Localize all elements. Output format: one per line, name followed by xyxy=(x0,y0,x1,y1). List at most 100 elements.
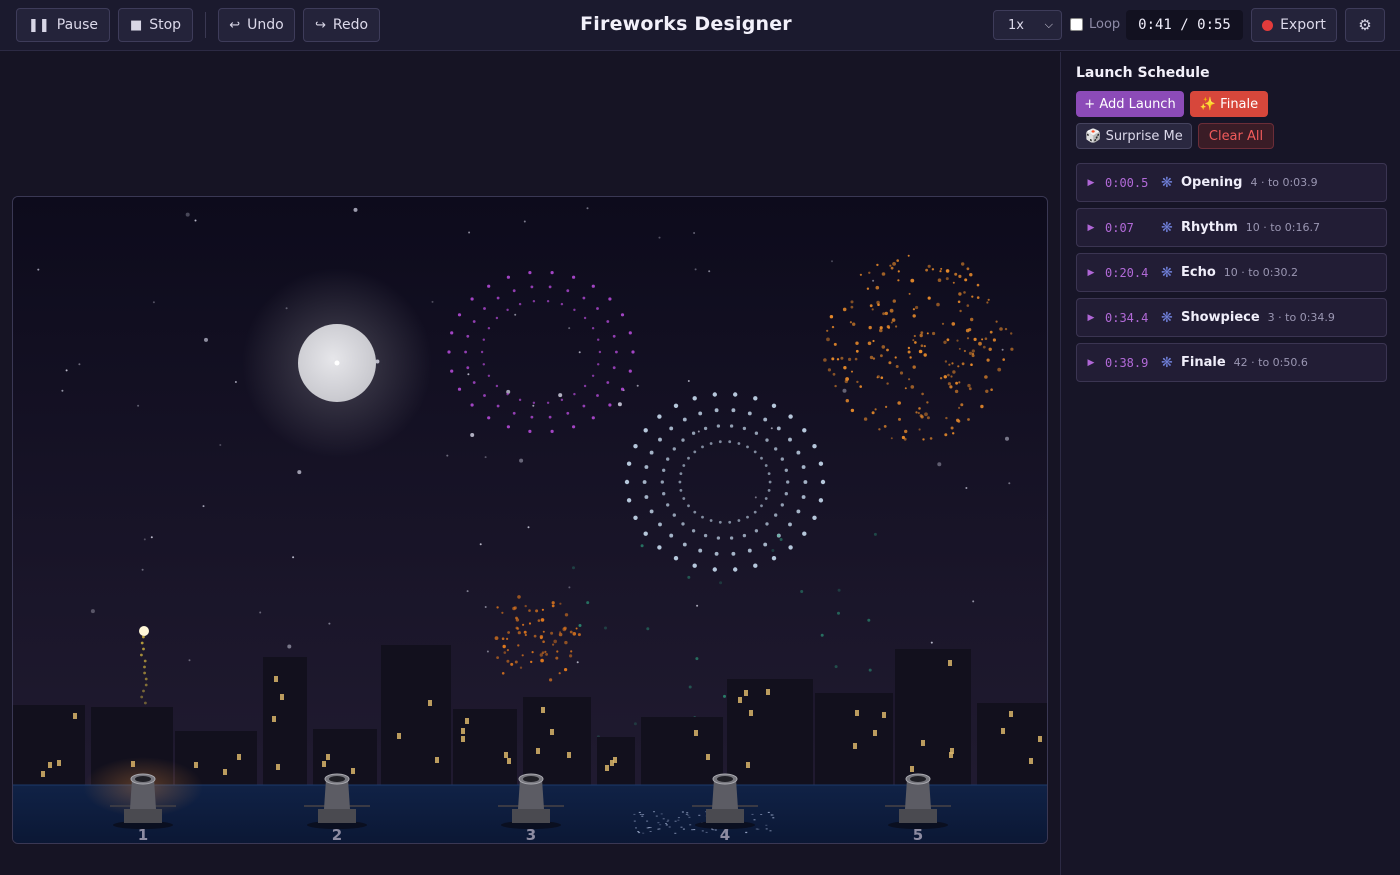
speed-select[interactable]: 1x ⌵ xyxy=(993,10,1062,40)
spark xyxy=(712,567,717,572)
spark xyxy=(569,630,573,634)
star xyxy=(431,300,434,303)
spark xyxy=(829,315,834,319)
spark xyxy=(672,513,676,517)
spark xyxy=(831,357,835,361)
spark xyxy=(826,329,829,332)
expand-icon[interactable]: ▶ xyxy=(1077,358,1105,368)
reflection xyxy=(642,814,645,815)
spark xyxy=(774,513,778,517)
reflection xyxy=(765,828,768,830)
spark xyxy=(633,515,638,520)
spark xyxy=(747,548,752,553)
spark xyxy=(620,387,625,391)
star xyxy=(467,373,470,376)
spark xyxy=(981,338,984,341)
spark xyxy=(742,533,747,538)
spark xyxy=(577,633,581,637)
reflection xyxy=(681,811,684,813)
reflection xyxy=(698,814,701,816)
window-light xyxy=(950,748,954,754)
spark xyxy=(779,538,783,541)
spark xyxy=(971,349,975,353)
expand-icon[interactable]: ▶ xyxy=(1077,178,1105,188)
reflection xyxy=(772,817,775,819)
loop-checkbox[interactable] xyxy=(1070,18,1083,31)
spark xyxy=(966,267,970,271)
launch-name: Showpiece xyxy=(1181,310,1260,325)
spark xyxy=(784,492,788,496)
spark xyxy=(765,522,769,526)
spark xyxy=(628,331,632,335)
spark xyxy=(854,357,858,361)
spark xyxy=(855,349,859,353)
spark xyxy=(626,461,632,466)
launch-item[interactable]: ▶ 0:34.4 ❋ Showpiece 3 · to 0:34.9 xyxy=(1076,298,1387,337)
spark xyxy=(524,633,527,637)
star xyxy=(1008,482,1011,485)
expand-icon[interactable]: ▶ xyxy=(1077,313,1105,323)
spark xyxy=(987,298,990,301)
spark xyxy=(954,389,959,394)
spark xyxy=(827,368,832,372)
reflection xyxy=(633,820,636,822)
redo-button[interactable]: ↪ Redo xyxy=(303,8,380,42)
finale-button[interactable]: ✨ Finale xyxy=(1190,91,1268,117)
expand-icon[interactable]: ▶ xyxy=(1077,268,1105,278)
clear-all-button[interactable]: Clear All xyxy=(1198,123,1274,149)
spark xyxy=(608,403,612,407)
spark xyxy=(959,309,962,313)
star xyxy=(204,337,208,342)
window-light xyxy=(873,730,877,736)
star xyxy=(693,232,696,234)
launch-item[interactable]: ▶ 0:38.9 ❋ Finale 42 · to 0:50.6 xyxy=(1076,343,1387,382)
spark xyxy=(142,647,145,651)
spark xyxy=(666,503,670,507)
launch-item[interactable]: ▶ 0:00.5 ❋ Opening 4 · to 0:03.9 xyxy=(1076,163,1387,202)
star xyxy=(292,556,295,559)
export-button[interactable]: Export xyxy=(1251,8,1337,42)
spark xyxy=(518,302,522,306)
reflection xyxy=(653,811,655,813)
building xyxy=(453,709,517,785)
star xyxy=(468,231,471,234)
spark xyxy=(924,412,928,417)
redo-label: Redo xyxy=(332,17,369,33)
star xyxy=(532,404,535,407)
spark xyxy=(913,334,916,338)
add-launch-button[interactable]: + Add Launch xyxy=(1076,91,1184,117)
stop-button[interactable]: ■ Stop xyxy=(118,8,193,42)
launch-item[interactable]: ▶ 0:07 ❋ Rhythm 10 · to 0:16.7 xyxy=(1076,208,1387,247)
spark xyxy=(517,595,521,599)
reflection xyxy=(638,811,641,813)
spark xyxy=(541,608,545,611)
spark xyxy=(573,392,576,396)
loop-toggle[interactable]: Loop xyxy=(1070,17,1120,32)
pause-button[interactable]: ❚❚ Pause xyxy=(16,8,110,42)
spark xyxy=(669,533,674,538)
spark xyxy=(869,304,873,308)
spark xyxy=(549,678,553,682)
spark xyxy=(885,405,888,408)
fireworks-stage[interactable]: 1 2 3 4 5 xyxy=(12,196,1048,844)
spark xyxy=(784,468,788,472)
expand-icon[interactable]: ▶ xyxy=(1077,223,1105,233)
spark xyxy=(871,308,874,311)
fireworks-canvas[interactable]: 1 2 3 4 5 xyxy=(13,197,1048,844)
reflection xyxy=(648,827,651,829)
spark xyxy=(929,437,933,440)
spark xyxy=(776,426,781,431)
window-light xyxy=(435,757,439,763)
launch-item[interactable]: ▶ 0:20.4 ❋ Echo 10 · to 0:30.2 xyxy=(1076,253,1387,292)
spark xyxy=(926,401,929,404)
settings-button[interactable]: ⚙ xyxy=(1345,8,1385,42)
spark xyxy=(867,618,871,622)
redo-icon: ↪ xyxy=(314,17,326,33)
undo-button[interactable]: ↩ Undo xyxy=(218,8,295,42)
spark xyxy=(912,365,916,369)
surprise-me-button[interactable]: 🎲 Surprise Me xyxy=(1076,123,1192,149)
spark xyxy=(682,542,687,547)
window-light xyxy=(48,762,52,768)
star xyxy=(578,351,581,354)
window-light xyxy=(351,768,355,774)
